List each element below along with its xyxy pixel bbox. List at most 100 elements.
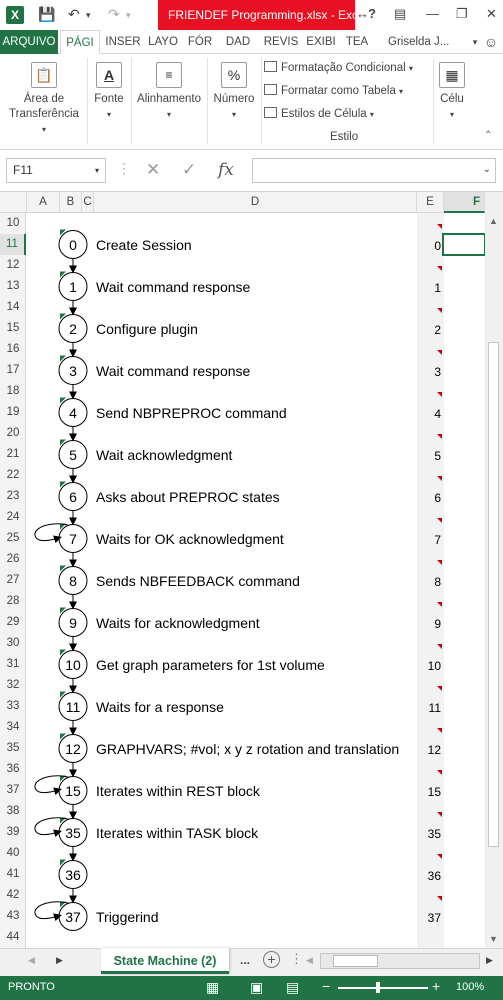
scroll-right-icon[interactable]: ▶: [486, 955, 493, 966]
collapse-ribbon-icon[interactable]: ⌃: [484, 130, 492, 141]
add-sheet-icon[interactable]: +: [263, 951, 280, 968]
scroll-down-icon[interactable]: ▼: [489, 934, 498, 944]
zoom-slider-thumb[interactable]: [376, 982, 380, 993]
row-header[interactable]: 32: [0, 675, 26, 696]
state-e-value[interactable]: 15: [417, 784, 441, 800]
state-label[interactable]: Iterates within TASK block: [96, 824, 258, 842]
insert-function-icon[interactable]: fx: [218, 160, 234, 180]
redo-icon[interactable]: ↷: [108, 6, 120, 23]
column-header-a[interactable]: A: [27, 192, 60, 213]
row-header[interactable]: 19: [0, 402, 26, 423]
state-e-value[interactable]: 8: [417, 574, 441, 590]
row-header[interactable]: 11: [0, 234, 26, 255]
save-icon[interactable]: 💾: [38, 6, 55, 23]
sheet-tab-state-machine[interactable]: State Machine (2): [101, 948, 229, 974]
undo-dropdown-icon[interactable]: ▾: [86, 10, 91, 21]
state-label[interactable]: Waits for OK acknowledgment: [96, 530, 284, 548]
row-header[interactable]: 15: [0, 318, 26, 339]
row-header[interactable]: 17: [0, 360, 26, 381]
row-header[interactable]: 24: [0, 507, 26, 528]
tab-file[interactable]: ARQUIVO: [0, 30, 58, 54]
zoom-level[interactable]: 100%: [456, 981, 484, 993]
row-header[interactable]: 41: [0, 864, 26, 885]
tab-layout[interactable]: LAYO: [144, 30, 182, 54]
state-label[interactable]: Sends NBFEEDBACK command: [96, 572, 300, 590]
cells-group[interactable]: ▦ Célu ▾: [434, 54, 470, 150]
horizontal-scrollbar[interactable]: [320, 953, 480, 969]
row-header[interactable]: 23: [0, 486, 26, 507]
chevron-down-icon[interactable]: ▾: [95, 159, 99, 182]
tab-page-layout[interactable]: PÁGI: [60, 30, 100, 54]
minimize-icon[interactable]: —: [426, 6, 439, 21]
column-header-c[interactable]: C: [82, 192, 94, 213]
sheet-grid[interactable]: 0 Create Session 0 1 Wait command response 1 2…: [27, 213, 485, 948]
expand-formula-icon[interactable]: ⌄: [483, 164, 491, 175]
clipboard-group[interactable]: 📋 Área de Transferência ▾: [2, 54, 86, 150]
tab-insert[interactable]: INSER: [104, 30, 142, 54]
cell-styles-button[interactable]: Estilos de Célula ▾: [264, 107, 374, 120]
tab-data[interactable]: DAD: [222, 30, 254, 54]
number-group[interactable]: % Número ▾: [208, 54, 260, 150]
alignment-group[interactable]: ≡ Alinhamento ▾: [132, 54, 206, 150]
state-e-value[interactable]: 6: [417, 490, 441, 506]
restore-icon[interactable]: ❐: [456, 6, 468, 22]
row-header[interactable]: 25: [0, 528, 26, 549]
row-header[interactable]: 43: [0, 906, 26, 927]
zoom-out-icon[interactable]: −: [322, 978, 330, 994]
enter-icon[interactable]: ✓: [182, 160, 196, 180]
row-header[interactable]: 35: [0, 738, 26, 759]
row-header[interactable]: 39: [0, 822, 26, 843]
row-header[interactable]: 33: [0, 696, 26, 717]
row-header[interactable]: 40: [0, 843, 26, 864]
conditional-format-button[interactable]: Formatação Condicional ▾: [264, 61, 413, 74]
row-header[interactable]: 20: [0, 423, 26, 444]
format-as-table-button[interactable]: Formatar como Tabela ▾: [264, 84, 403, 97]
state-label[interactable]: Send NBPREPROC command: [96, 404, 287, 422]
scroll-left-icon[interactable]: ◀: [306, 955, 313, 966]
scroll-up-icon[interactable]: ▲: [489, 216, 498, 226]
normal-view-icon[interactable]: ▦: [206, 979, 219, 996]
state-e-value[interactable]: 5: [417, 448, 441, 464]
row-header[interactable]: 14: [0, 297, 26, 318]
row-header[interactable]: 42: [0, 885, 26, 906]
ribbon-display-icon[interactable]: ▤: [394, 6, 406, 22]
row-header[interactable]: 34: [0, 717, 26, 738]
row-header[interactable]: 27: [0, 570, 26, 591]
state-e-value[interactable]: 2: [417, 322, 441, 338]
row-header[interactable]: 44: [0, 927, 26, 948]
select-all-corner[interactable]: [0, 192, 27, 213]
state-label[interactable]: Asks about PREPROC states: [96, 488, 280, 506]
horizontal-scroll-thumb[interactable]: [333, 955, 378, 967]
font-group[interactable]: A Fonte ▾: [88, 54, 130, 150]
state-label[interactable]: Wait command response: [96, 278, 250, 296]
row-header[interactable]: 28: [0, 591, 26, 612]
zoom-slider-track[interactable]: [338, 987, 428, 989]
state-e-value[interactable]: 37: [417, 910, 441, 926]
row-header[interactable]: 21: [0, 444, 26, 465]
cancel-icon[interactable]: ✕: [146, 160, 160, 180]
state-e-value[interactable]: 35: [417, 826, 441, 842]
row-header[interactable]: 37: [0, 780, 26, 801]
state-label[interactable]: Configure plugin: [96, 320, 198, 338]
row-header[interactable]: 31: [0, 654, 26, 675]
state-e-value[interactable]: 36: [417, 868, 441, 884]
state-label[interactable]: Waits for a response: [96, 698, 224, 716]
undo-icon[interactable]: ↶: [68, 6, 80, 23]
name-box[interactable]: F11 ▾: [6, 158, 106, 183]
state-label[interactable]: Waits for acknowledgment: [96, 614, 260, 632]
column-header-b[interactable]: B: [60, 192, 82, 213]
tab-team[interactable]: TEA: [342, 30, 372, 54]
state-label[interactable]: Create Session: [96, 236, 192, 254]
row-header[interactable]: 30: [0, 633, 26, 654]
page-break-icon[interactable]: ▤: [286, 979, 299, 996]
state-e-value[interactable]: 12: [417, 742, 441, 758]
row-header[interactable]: 22: [0, 465, 26, 486]
state-e-value[interactable]: 4: [417, 406, 441, 422]
column-header-e[interactable]: E: [417, 192, 444, 213]
vertical-scrollbar[interactable]: ▲ ▼: [485, 192, 503, 948]
row-header[interactable]: 12: [0, 255, 26, 276]
more-sheets-button[interactable]: ...: [240, 953, 250, 967]
row-header[interactable]: 13: [0, 276, 26, 297]
row-header[interactable]: 29: [0, 612, 26, 633]
user-icon[interactable]: ☺: [482, 30, 500, 54]
